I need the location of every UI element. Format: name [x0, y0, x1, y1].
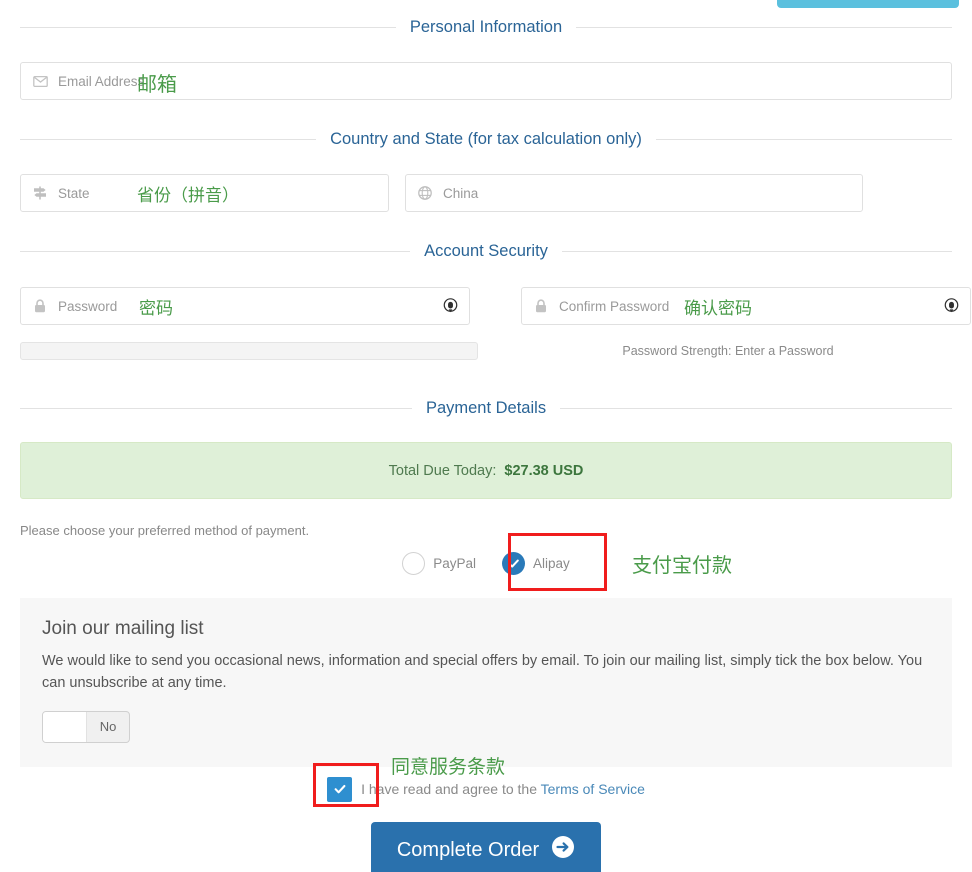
- toggle-password-visibility-icon[interactable]: [442, 298, 459, 315]
- legend-line-right: [656, 139, 952, 140]
- legend-line-left: [20, 27, 396, 28]
- signup-checkout-page: Personal Information Email Address 邮箱 Co…: [0, 0, 972, 872]
- legend-line-left: [20, 139, 316, 140]
- mailing-list-toggle[interactable]: No: [42, 711, 130, 743]
- mailing-list-body: We would like to send you occasional new…: [42, 650, 930, 695]
- legend-line-left: [20, 408, 412, 409]
- password-field[interactable]: Password: [20, 287, 470, 325]
- terms-row: I have read and agree to the Terms of Se…: [0, 772, 972, 806]
- payment-option-paypal[interactable]: PayPal: [402, 552, 476, 575]
- radio-unselected-icon[interactable]: [402, 552, 425, 575]
- legend-label: Payment Details: [412, 399, 560, 418]
- annotation-state: 省份（拼音）: [137, 181, 239, 206]
- lock-icon: [31, 299, 49, 313]
- toggle-confirm-password-visibility-icon[interactable]: [943, 298, 960, 315]
- legend-payment-details: Payment Details: [0, 399, 972, 418]
- terms-checkbox[interactable]: [327, 777, 352, 802]
- annotation-password: 密码: [139, 294, 173, 319]
- password-strength-text: Password Strength: Enter a Password: [499, 344, 957, 358]
- payment-method-row: PayPal Alipay: [0, 535, 972, 591]
- terms-text-before: I have read and agree to the: [361, 781, 541, 797]
- legend-personal-information: Personal Information: [0, 18, 972, 37]
- mailing-list-title: Join our mailing list: [42, 618, 930, 640]
- terms-of-service-link[interactable]: Terms of Service: [541, 781, 645, 797]
- top-partial-button[interactable]: [777, 0, 959, 8]
- payment-option-alipay[interactable]: Alipay: [502, 552, 570, 575]
- total-due-banner: Total Due Today: $27.38 USD: [20, 442, 952, 499]
- complete-order-button[interactable]: Complete Order: [371, 822, 601, 872]
- submit-row: Complete Order: [0, 822, 972, 872]
- payment-option-label: Alipay: [533, 556, 570, 571]
- total-due-label: Total Due Today:: [389, 463, 497, 479]
- payment-option-label: PayPal: [433, 556, 476, 571]
- terms-text: I have read and agree to the Terms of Se…: [361, 781, 645, 797]
- state-placeholder: State: [58, 186, 90, 201]
- arrow-right-circle-icon: [551, 835, 575, 865]
- confirm-password-placeholder: Confirm Password: [559, 299, 669, 314]
- legend-label: Personal Information: [396, 18, 576, 37]
- legend-country-state: Country and State (for tax calculation o…: [0, 130, 972, 149]
- legend-line-right: [576, 27, 952, 28]
- globe-icon: [416, 186, 434, 200]
- legend-label: Account Security: [410, 242, 562, 261]
- country-state-row: State China: [0, 174, 883, 212]
- password-strength-bar: [20, 342, 478, 360]
- legend-line-right: [560, 408, 952, 409]
- annotation-alipay: 支付宝付款: [632, 549, 732, 578]
- lock-icon: [532, 299, 550, 313]
- legend-label: Country and State (for tax calculation o…: [316, 130, 656, 149]
- radio-selected-check-icon[interactable]: [502, 552, 525, 575]
- legend-account-security: Account Security: [0, 242, 972, 261]
- annotation-confirm-password: 确认密码: [684, 294, 752, 319]
- toggle-knob[interactable]: [43, 712, 87, 742]
- total-due-amount: $27.38 USD: [504, 463, 583, 479]
- country-field[interactable]: China: [405, 174, 863, 212]
- toggle-label: No: [87, 712, 129, 742]
- legend-line-left: [20, 251, 410, 252]
- legend-line-right: [562, 251, 952, 252]
- country-value: China: [443, 186, 478, 201]
- mailing-list-panel: Join our mailing list We would like to s…: [20, 598, 952, 767]
- envelope-icon: [31, 76, 49, 87]
- map-signs-icon: [31, 186, 49, 200]
- password-placeholder: Password: [58, 299, 117, 314]
- annotation-email: 邮箱: [137, 68, 177, 97]
- email-placeholder: Email Address: [58, 74, 144, 89]
- complete-order-label: Complete Order: [397, 839, 539, 862]
